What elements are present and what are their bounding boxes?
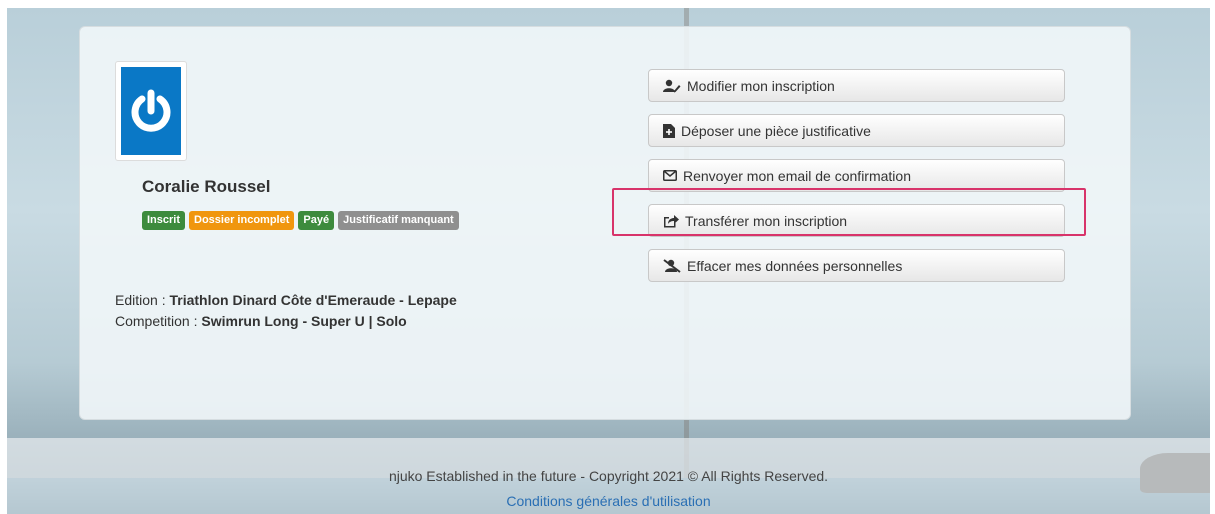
envelope-icon (663, 170, 677, 181)
badge-justificatif-manquant: Justificatif manquant (338, 211, 459, 230)
terms-link[interactable]: Conditions générales d'utilisation (7, 493, 1210, 509)
avatar (115, 61, 187, 161)
footer: njuko Established in the future - Copyri… (7, 438, 1210, 514)
page-background: Coralie Roussel Inscrit Dossier incomple… (7, 8, 1210, 514)
upload-document-label: Déposer une pièce justificative (681, 122, 871, 139)
edition-label: Edition : (115, 292, 170, 308)
modify-registration-button[interactable]: Modifier mon inscription (648, 69, 1065, 102)
participant-name: Coralie Roussel (142, 177, 271, 196)
user-slash-icon (663, 258, 681, 273)
erase-data-button[interactable]: Effacer mes données personnelles (648, 249, 1065, 282)
badge-inscrit: Inscrit (142, 211, 186, 230)
highlight-annotation (612, 188, 1086, 236)
modify-registration-label: Modifier mon inscription (687, 77, 835, 94)
competition-line: Competition : Swimrun Long - Super U | S… (115, 313, 407, 329)
actions-panel: Modifier mon inscription Déposer une piè… (648, 69, 1065, 294)
erase-data-label: Effacer mes données personnelles (687, 257, 903, 274)
edition-value: Triathlon Dinard Côte d'Emeraude - Lepap… (169, 292, 457, 308)
competition-value: Swimrun Long - Super U | Solo (201, 313, 407, 329)
footer-copyright: njuko Established in the future - Copyri… (388, 468, 829, 484)
badge-paye: Payé (298, 211, 335, 230)
file-plus-icon (663, 123, 675, 138)
competition-label: Competition : (115, 313, 202, 329)
status-badges: Inscrit Dossier incomplet Payé Justifica… (142, 211, 459, 230)
edition-line: Edition : Triathlon Dinard Côte d'Emerau… (115, 292, 457, 308)
user-edit-icon (663, 79, 681, 92)
resend-email-label: Renvoyer mon email de confirmation (683, 167, 911, 184)
power-icon (121, 67, 181, 155)
badge-dossier-incomplet: Dossier incomplet (189, 211, 295, 230)
upload-document-button[interactable]: Déposer une pièce justificative (648, 114, 1065, 147)
